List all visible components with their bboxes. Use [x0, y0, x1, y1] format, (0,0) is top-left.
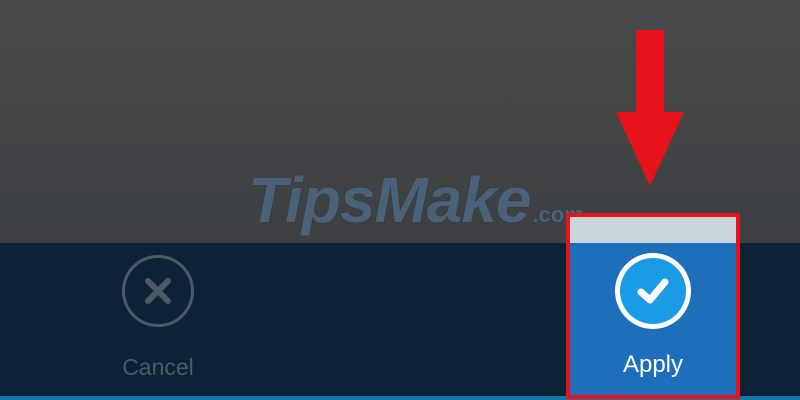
cancel-button[interactable]: Cancel	[98, 250, 218, 381]
tipsmake-watermark-logo: TipsMake .com	[248, 164, 584, 236]
apply-tile-header	[569, 216, 737, 243]
arrow-down-icon	[614, 30, 686, 193]
checkmark-icon	[615, 253, 691, 329]
action-bar-bottom-strip	[0, 396, 800, 400]
close-icon	[122, 255, 194, 327]
apply-label: Apply	[622, 351, 684, 378]
apply-button[interactable]: Apply	[569, 216, 737, 396]
cancel-label: Cancel	[122, 354, 194, 380]
